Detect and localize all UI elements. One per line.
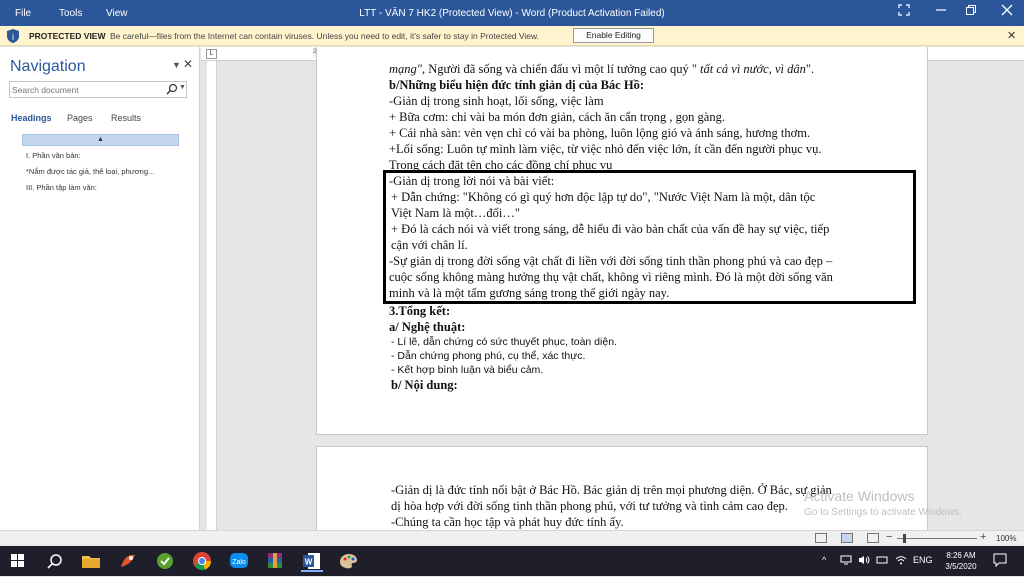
body-line: -Giản dị trong sinh hoạt, lối sống, việc…: [389, 94, 604, 108]
svg-text:i: i: [12, 32, 14, 42]
vertical-ruler[interactable]: [207, 61, 217, 545]
protected-view-bar: i PROTECTED VIEW Be careful—files from t…: [0, 26, 1024, 46]
read-mode-icon[interactable]: [815, 533, 827, 543]
navigation-pane: Navigation ▼ ✕ ▼ Headings Pages Results …: [0, 47, 200, 545]
chrome-icon[interactable]: [191, 550, 213, 572]
document-area: L 2 1 1 2 3 4 5 6 7 8 9 10 11 12 13 14 1…: [201, 47, 1024, 545]
close-pane-icon[interactable]: ✕: [183, 57, 193, 71]
paint-icon[interactable]: [337, 550, 359, 572]
close-bar-icon[interactable]: ✕: [1007, 29, 1016, 42]
search-box[interactable]: ▼: [9, 81, 187, 98]
activation-watermark-title: Activate Windows: [804, 488, 915, 504]
input-language[interactable]: ENG: [913, 555, 933, 565]
summary-heading: 3.Tổng kết:: [389, 304, 451, 318]
zoom-slider[interactable]: [897, 538, 977, 539]
minimize-icon[interactable]: [932, 4, 950, 20]
zoom-out-button[interactable]: −: [886, 531, 892, 543]
boxed-line: -Giản dị trong lời nói và bài viết:: [389, 174, 555, 188]
notifications-icon[interactable]: [993, 553, 1007, 569]
body-line: mạng", Người đã sống và chiến đấu vì một…: [389, 62, 815, 76]
shield-icon: i: [6, 28, 20, 44]
search-icon[interactable]: [44, 550, 66, 572]
boxed-line: minh và là một tấm gương sáng trong thế …: [389, 286, 670, 300]
heading-item[interactable]: *Nắm được tác giả, thể loại, phương...: [26, 167, 154, 176]
close-window-icon[interactable]: [998, 4, 1016, 20]
app-icon[interactable]: [117, 550, 139, 572]
protected-view-message: Be careful—files from the Internet can c…: [110, 31, 540, 41]
tab-pages[interactable]: Pages: [67, 113, 93, 123]
app-icon[interactable]: [154, 550, 176, 572]
zoom-level[interactable]: 100%: [996, 534, 1016, 543]
body-line: + Bữa cơm: chỉ vài ba món đơn giản, cách…: [389, 110, 725, 124]
navigation-title: Navigation: [10, 58, 86, 75]
boxed-line: Việt Nam là một…đổi…": [391, 206, 520, 220]
collapse-all-icon[interactable]: ▲: [22, 134, 179, 146]
volume-icon[interactable]: [858, 555, 870, 567]
section-heading: b/Những biểu hiện đức tính giản dị của B…: [389, 78, 644, 92]
heading-item[interactable]: III. Phần tập làm văn:: [26, 183, 97, 192]
print-layout-icon[interactable]: [841, 533, 853, 543]
svg-text:W: W: [305, 558, 313, 567]
windows-start-icon[interactable]: [7, 550, 29, 572]
clock-date: 3/5/2020: [945, 562, 977, 571]
winrar-icon[interactable]: [264, 550, 286, 572]
boxed-line: -Sự giản dị trong đời sống vật chất đi l…: [389, 254, 833, 268]
pane-options-icon[interactable]: ▼: [172, 60, 181, 70]
body-line: + Cái nhà sàn: vẻn vẹn chỉ có vài ba phò…: [389, 126, 811, 140]
clock-time: 8:26 AM: [946, 551, 976, 560]
network-icon[interactable]: [840, 555, 852, 567]
enable-editing-button[interactable]: Enable Editing: [573, 28, 654, 43]
body-line: +Lối sống: Luôn tự mình làm việc, từ việ…: [389, 142, 822, 156]
body-line: dị hòa hợp với đời sống tinh thần phong …: [391, 499, 788, 513]
zalo-icon[interactable]: Zalo: [228, 550, 250, 572]
boxed-line: cuộc sống không màng hưởng thụ vật chất,…: [389, 270, 833, 284]
status-bar: − + 100%: [0, 530, 1024, 545]
file-explorer-icon[interactable]: [80, 550, 102, 572]
wifi-icon[interactable]: [895, 555, 907, 567]
protected-view-label: PROTECTED VIEW: [29, 31, 106, 41]
art-item: - Kết hợp bình luận và biểu cảm.: [391, 364, 544, 376]
art-heading: a/ Nghệ thuật:: [389, 320, 466, 334]
art-item: - Lí lẽ, dẫn chứng có sức thuyết phục, t…: [391, 336, 617, 348]
content-heading: b/ Nội dung:: [391, 378, 458, 392]
heading-item[interactable]: I. Phần văn bản:: [26, 151, 81, 160]
restore-icon[interactable]: [962, 4, 980, 20]
zoom-in-button[interactable]: +: [980, 531, 986, 543]
activation-watermark-text: Go to Settings to activate Windows.: [804, 507, 962, 518]
body-line: -Chúng ta cần học tập và phát huy đức tí…: [391, 515, 624, 529]
document-page[interactable]: mạng", Người đã sống và chiến đấu vì một…: [316, 47, 928, 435]
title-bar: File Tools View LTT - VĂN 7 HK2 (Protect…: [0, 0, 1024, 26]
zoom-slider-knob[interactable]: [903, 534, 906, 543]
svg-text:Zalo: Zalo: [232, 559, 246, 566]
clock[interactable]: 8:26 AM 3/5/2020: [938, 550, 984, 572]
keyboard-icon[interactable]: [876, 555, 888, 567]
chevron-up-icon[interactable]: ^: [822, 555, 826, 565]
boxed-line: + Đó là cách nói và viết trong sáng, dễ …: [391, 222, 830, 236]
web-layout-icon[interactable]: [867, 533, 879, 543]
tab-results[interactable]: Results: [111, 113, 141, 123]
search-dropdown-icon[interactable]: ▼: [179, 84, 186, 91]
boxed-line: cận với chân lí.: [391, 238, 468, 252]
body-line: -Giản dị là đức tính nổi bật ở Bác Hồ. B…: [391, 483, 832, 497]
fullscreen-icon[interactable]: [895, 4, 913, 20]
tab-selector-icon[interactable]: L: [206, 49, 217, 59]
window-title: LTT - VĂN 7 HK2 (Protected View) - Word …: [359, 8, 665, 19]
tab-headings[interactable]: Headings: [11, 113, 52, 123]
search-icon[interactable]: [166, 83, 178, 96]
search-input[interactable]: [12, 83, 162, 96]
word-icon[interactable]: W: [301, 550, 323, 572]
taskbar: Zalo W ^ ENG 8:26 AM 3/5/2020: [0, 546, 1024, 576]
art-item: - Dẫn chứng phong phú, cụ thể, xác thực.: [391, 350, 586, 362]
boxed-line: + Dẫn chứng: "Không có gì quý hơn độc lậ…: [391, 190, 816, 204]
